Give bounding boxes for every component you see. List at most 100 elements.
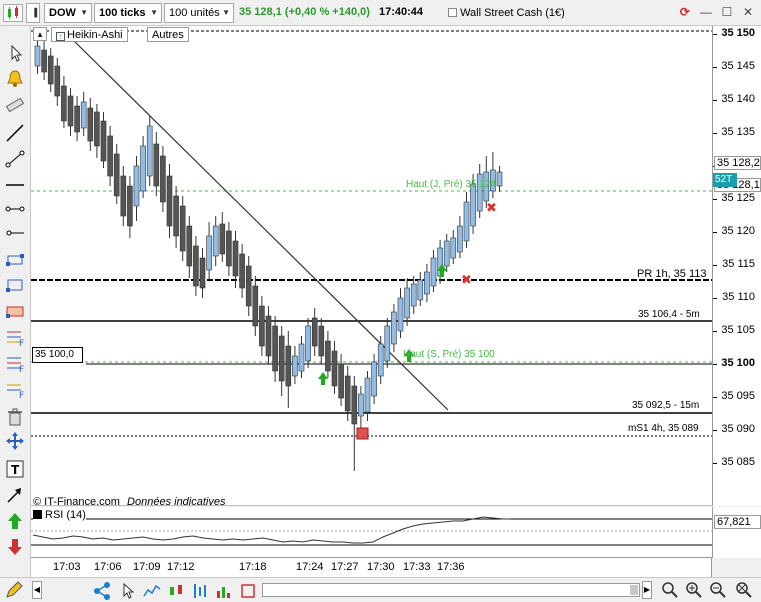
- candle-body[interactable]: [272, 325, 278, 372]
- candle-body[interactable]: [100, 120, 107, 162]
- candle-body[interactable]: [127, 185, 133, 227]
- candle-body[interactable]: [358, 393, 364, 417]
- cursor-tool[interactable]: [4, 42, 26, 64]
- candle-body[interactable]: [364, 377, 371, 413]
- candle-body[interactable]: [173, 195, 179, 237]
- candle-body[interactable]: [457, 225, 463, 253]
- text-tool[interactable]: T: [4, 458, 26, 480]
- segment-tool[interactable]: [4, 148, 26, 170]
- candle-body[interactable]: [278, 335, 285, 382]
- candle-body[interactable]: [186, 225, 193, 267]
- candle-body[interactable]: [107, 135, 113, 177]
- candle-body[interactable]: [496, 171, 503, 187]
- candle-body[interactable]: [133, 165, 140, 207]
- scroll-right-button[interactable]: ▶: [642, 581, 652, 599]
- candle-body[interactable]: [252, 285, 259, 327]
- time-axis[interactable]: 17:03 17:06 17:09 17:12 17:18 17:24 17:27 17:30…: [31, 558, 712, 577]
- candle-body[interactable]: [325, 340, 331, 372]
- sell-cross-marker[interactable]: ✖: [486, 201, 497, 216]
- units-select[interactable]: 100 unités ▼: [164, 3, 234, 23]
- candle-body[interactable]: [120, 175, 127, 217]
- instrument-selector[interactable]: Wall Street Cash (1€): [448, 3, 565, 23]
- candle-body[interactable]: [166, 175, 173, 227]
- line-tool[interactable]: [4, 122, 26, 144]
- candle-body[interactable]: [87, 107, 94, 142]
- candle-body[interactable]: [371, 361, 377, 397]
- candle-body[interactable]: [245, 265, 252, 307]
- candle-body[interactable]: [153, 143, 160, 187]
- candle-body[interactable]: [160, 155, 166, 203]
- candle-body[interactable]: [232, 240, 239, 277]
- price-chart[interactable]: ✖ ✖ ↑ Heikin-Ashi Autres ▴ Haut (J, Pré) …: [31, 26, 712, 508]
- compare-button[interactable]: [238, 581, 258, 601]
- fibonacci-tool[interactable]: F: [4, 326, 26, 348]
- rectangle-tool[interactable]: [4, 274, 26, 296]
- candle-body[interactable]: [219, 223, 226, 255]
- candle-body[interactable]: [410, 283, 417, 307]
- hray-tool[interactable]: [4, 222, 26, 244]
- candle-body[interactable]: [404, 287, 410, 319]
- buy-signal-marker[interactable]: [318, 372, 328, 385]
- volume-button[interactable]: [214, 581, 234, 601]
- candle-body[interactable]: [443, 240, 450, 267]
- candle-body[interactable]: [470, 183, 476, 227]
- symbol-select[interactable]: DOW ▼: [44, 3, 92, 23]
- candle-body[interactable]: [80, 101, 87, 129]
- candle-body[interactable]: [298, 343, 305, 372]
- horizontal-scrollbar[interactable]: [262, 583, 640, 597]
- close-button[interactable]: ✕: [739, 4, 757, 22]
- tab-autres[interactable]: Autres: [147, 27, 189, 42]
- candle-body[interactable]: [146, 125, 153, 177]
- candle-body[interactable]: [430, 257, 437, 287]
- candle-body[interactable]: [305, 325, 311, 362]
- indicator-button[interactable]: [142, 581, 162, 601]
- candle-body[interactable]: [311, 317, 318, 347]
- zoom-reset-button[interactable]: [660, 580, 680, 600]
- candle-body[interactable]: [450, 237, 457, 259]
- rsi-plot[interactable]: [31, 507, 712, 558]
- zoom-in-button[interactable]: [684, 580, 704, 600]
- candle-body[interactable]: [265, 315, 272, 357]
- candle-body[interactable]: [94, 111, 100, 147]
- candle-body[interactable]: [212, 225, 219, 257]
- candle-body[interactable]: [338, 363, 344, 399]
- rsi-series[interactable]: [32, 516, 511, 544]
- candle-body[interactable]: [67, 95, 74, 127]
- candle-body[interactable]: [193, 245, 199, 287]
- candle-body[interactable]: [377, 343, 384, 377]
- bars-button[interactable]: [190, 581, 210, 601]
- tick-size-select[interactable]: 100 ticks ▼: [94, 3, 162, 23]
- candle-body[interactable]: [259, 305, 265, 347]
- fibonacci-arc-tool[interactable]: F: [4, 378, 26, 400]
- zoom-fit-button[interactable]: [734, 580, 754, 600]
- scroll-left-button[interactable]: ◀: [32, 581, 42, 599]
- cursor-mode-button[interactable]: [118, 581, 138, 601]
- candle-body[interactable]: [199, 257, 206, 289]
- candle-body[interactable]: [206, 235, 212, 271]
- candle-body[interactable]: [239, 253, 245, 289]
- hsegment-tool[interactable]: [4, 198, 26, 220]
- collapse-button[interactable]: ▴: [33, 27, 47, 41]
- rsi-panel[interactable]: RSI (14) 50: [31, 507, 725, 558]
- candle-body[interactable]: [54, 65, 61, 97]
- candle-body[interactable]: [331, 350, 338, 387]
- buy-signal-tool[interactable]: [4, 510, 26, 532]
- candle-body[interactable]: [285, 345, 292, 387]
- stop-marker[interactable]: [356, 427, 369, 440]
- chart-type-button[interactable]: [3, 4, 23, 22]
- candle-body[interactable]: [391, 311, 397, 345]
- candle-body[interactable]: [351, 385, 358, 425]
- candle-type-button[interactable]: [166, 581, 186, 601]
- scrollbar-thumb[interactable]: [630, 585, 638, 595]
- candle-body[interactable]: [34, 45, 41, 67]
- candle-body[interactable]: [384, 325, 391, 362]
- sell-signal-tool[interactable]: [4, 536, 26, 558]
- fibonacci-ext-tool[interactable]: F: [4, 352, 26, 374]
- pencil-tool[interactable]: [4, 580, 24, 600]
- delete-tool[interactable]: [4, 406, 26, 428]
- candle-body[interactable]: [74, 105, 80, 133]
- zone-tool[interactable]: [4, 300, 26, 322]
- refresh-icon[interactable]: ⟳: [676, 4, 694, 22]
- zoom-out-button[interactable]: [708, 580, 728, 600]
- candle-body[interactable]: [318, 325, 325, 357]
